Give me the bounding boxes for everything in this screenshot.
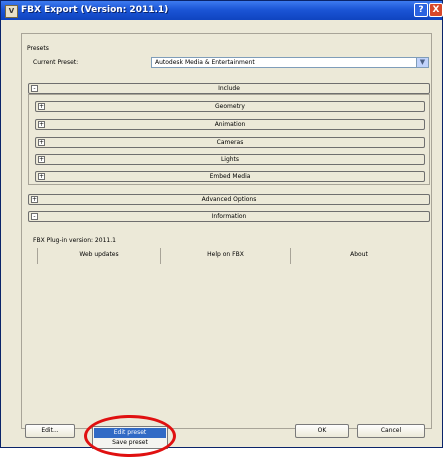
chevron-down-icon[interactable]: ▼: [416, 58, 428, 67]
cancel-button[interactable]: Cancel: [357, 424, 425, 438]
rollout-animation-label: Animation: [214, 121, 246, 128]
rollout-information[interactable]: - Information: [28, 211, 430, 222]
rollout-embed-media[interactable]: + Embed Media: [35, 171, 425, 182]
rollout-geometry-label: Geometry: [215, 103, 245, 110]
information-buttons: Web updates Help on FBX About: [37, 248, 427, 264]
rollout-cameras[interactable]: + Cameras: [35, 137, 425, 148]
title-bar[interactable]: V FBX Export (Version: 2011.1) ? X: [1, 1, 443, 20]
rollout-embed-media-label: Embed Media: [209, 173, 251, 180]
about-button[interactable]: About: [291, 248, 427, 264]
rollout-cameras-label: Cameras: [216, 139, 244, 146]
current-preset-value: Autodesk Media & Entertainment: [155, 59, 255, 66]
rollout-lights-label: Lights: [220, 156, 240, 163]
help-on-fbx-button[interactable]: Help on FBX: [161, 248, 291, 264]
presets-section-label: Presets: [27, 45, 49, 52]
window-title: FBX Export (Version: 2011.1): [21, 5, 169, 15]
rollout-geometry[interactable]: + Geometry: [35, 101, 425, 112]
rollout-information-label: Information: [211, 213, 247, 220]
help-button[interactable]: ?: [414, 3, 428, 17]
close-button[interactable]: X: [429, 3, 443, 17]
annotation-ring: [84, 415, 176, 457]
web-updates-button[interactable]: Web updates: [38, 248, 161, 264]
rollout-animation[interactable]: + Animation: [35, 119, 425, 130]
edit-button[interactable]: Edit...: [25, 424, 75, 438]
fbx-export-dialog: V FBX Export (Version: 2011.1) ? X Prese…: [0, 0, 443, 457]
rollout-include[interactable]: - Include: [28, 83, 430, 94]
rollout-advanced-options[interactable]: + Advanced Options: [28, 194, 430, 205]
current-preset-label: Current Preset:: [33, 59, 79, 66]
rollout-include-label: Include: [218, 85, 240, 92]
rollout-lights[interactable]: + Lights: [35, 154, 425, 165]
current-preset-select[interactable]: Autodesk Media & Entertainment ▼: [151, 57, 429, 68]
rollout-advanced-options-label: Advanced Options: [201, 196, 257, 203]
ok-button[interactable]: OK: [295, 424, 349, 438]
app-icon: V: [5, 5, 18, 18]
plugin-version-text: FBX Plug-in version: 2011.1: [33, 237, 116, 244]
